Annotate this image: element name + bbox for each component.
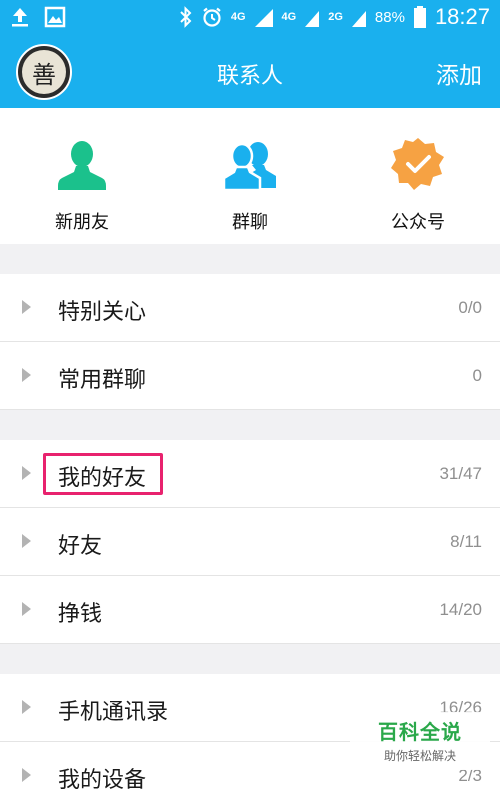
quick-action-label: 公众号 — [391, 212, 445, 233]
battery-icon — [413, 6, 426, 28]
network-type-label: 4G — [281, 11, 297, 23]
group-label: 特别关心 — [58, 300, 147, 325]
official-accounts-button[interactable]: 公众号 — [358, 134, 478, 234]
group-row-frequent-groups[interactable]: 常用群聊 0 — [0, 342, 500, 410]
new-friends-button[interactable]: 新朋友 — [22, 134, 142, 234]
expand-arrow-icon — [22, 768, 31, 782]
signal-icon — [254, 9, 273, 27]
expand-arrow-icon — [22, 534, 31, 548]
section-divider — [0, 644, 500, 674]
watermark-subtitle: 助你轻松解决 — [383, 749, 456, 763]
group-count: 14/20 — [439, 600, 482, 619]
battery-percent: 88% — [374, 8, 405, 26]
quick-actions: 新朋友 群聊 公众号 — [0, 108, 500, 244]
signal-icon — [351, 11, 366, 27]
group-row-earn-money[interactable]: 挣钱 14/20 — [0, 576, 500, 644]
bluetooth-icon — [180, 6, 192, 28]
status-bar: 4G 4G 2G 88% 18:27 — [0, 0, 500, 36]
watermark: 百科全说 助你轻松解决 — [350, 712, 490, 770]
quick-action-label: 新朋友 — [55, 212, 109, 233]
page-title: 联系人 — [216, 64, 283, 89]
image-icon — [44, 6, 66, 28]
network-type-label: 2G — [328, 11, 343, 23]
group-row-special-care[interactable]: 特别关心 0/0 — [0, 274, 500, 342]
group-label: 挣钱 — [58, 602, 103, 627]
quick-action-label: 群聊 — [232, 212, 268, 233]
group-label: 常用群聊 — [58, 368, 147, 393]
expand-arrow-icon — [22, 300, 31, 314]
expand-arrow-icon — [22, 368, 31, 382]
group-row-my-friends[interactable]: 我的好友 31/47 — [0, 440, 500, 508]
upload-icon — [12, 8, 28, 27]
clock-time: 18:27 — [434, 4, 490, 29]
group-people-icon — [222, 142, 276, 192]
group-label: 好友 — [58, 534, 103, 559]
expand-arrow-icon — [22, 602, 31, 616]
group-row-friends[interactable]: 好友 8/11 — [0, 508, 500, 576]
add-button[interactable]: 添加 — [436, 56, 482, 90]
group-count: 0 — [472, 366, 482, 385]
alarm-icon — [203, 7, 221, 27]
status-right-icons: 4G 4G 2G 88% 18:27 — [179, 4, 490, 30]
network-type-label: 4G — [230, 11, 246, 23]
section-divider — [0, 410, 500, 440]
group-count: 31/47 — [439, 464, 482, 483]
expand-arrow-icon — [22, 466, 31, 480]
single-person-icon — [58, 141, 106, 190]
status-left-icons — [10, 6, 66, 28]
group-label: 手机通讯录 — [58, 700, 169, 725]
expand-arrow-icon — [22, 700, 31, 714]
group-label: 我的好友 — [58, 466, 147, 491]
group-chat-button[interactable]: 群聊 — [190, 134, 310, 234]
watermark-title: 百科全说 — [378, 720, 462, 744]
group-label: 我的设备 — [58, 768, 147, 790]
group-count: 8/11 — [450, 532, 482, 551]
section-divider — [0, 244, 500, 274]
app-header: 善 联系人 添加 — [0, 36, 500, 108]
group-count: 0/0 — [458, 298, 482, 317]
verified-badge-icon — [391, 138, 444, 190]
signal-icon — [305, 11, 320, 27]
